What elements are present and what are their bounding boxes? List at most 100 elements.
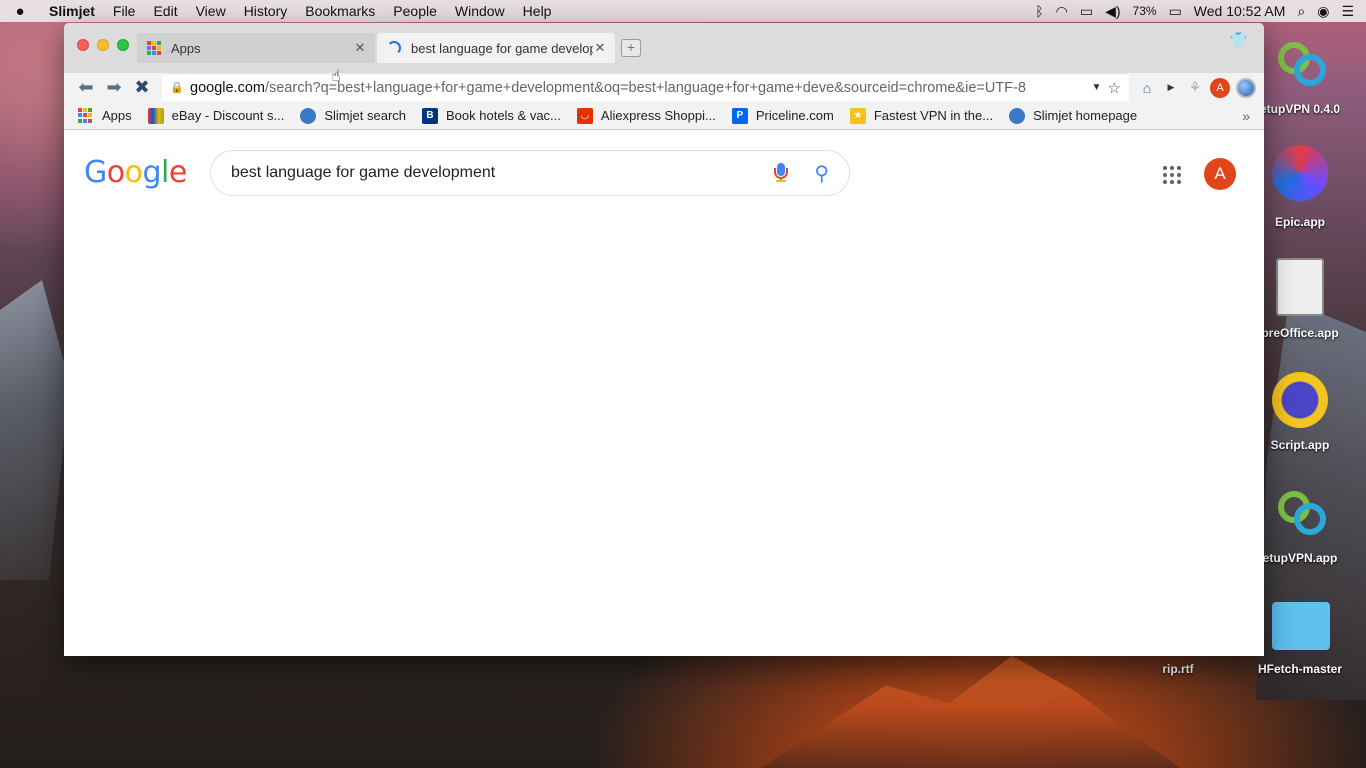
bookmark-label: Aliexpress Shoppi... <box>600 108 716 123</box>
zoom-window-button[interactable] <box>117 39 129 51</box>
menu-history[interactable]: History <box>235 0 297 22</box>
volume-icon[interactable]: ◀) <box>1105 3 1120 20</box>
notification-center-icon[interactable]: ☰ <box>1341 3 1354 20</box>
battery-percent: 73% <box>1132 4 1157 18</box>
bookmarks-overflow-icon[interactable]: » <box>1242 108 1250 124</box>
bookmark-fastest-vpn[interactable]: ★ Fastest VPN in the... <box>849 107 994 124</box>
bookmark-slimjet-homepage[interactable]: Slimjet homepage <box>1009 107 1138 124</box>
minimize-window-button[interactable] <box>97 39 109 51</box>
google-apps-icon[interactable] <box>1163 166 1181 184</box>
home-icon[interactable]: ⌂ <box>1135 80 1159 96</box>
bookmark-label: Fastest VPN in the... <box>873 108 994 123</box>
battery-icon[interactable]: ▭ <box>1169 3 1182 20</box>
browser-window: Apps ✕ best language for game develop ✕ … <box>64 23 1264 656</box>
document-icon <box>1276 258 1324 316</box>
bookmark-ebay[interactable]: eBay - Discount s... <box>147 107 285 124</box>
globe-icon <box>300 107 317 124</box>
tab-strip: Apps ✕ best language for game develop ✕ … <box>64 23 1264 73</box>
tab-search[interactable]: best language for game develop ✕ <box>377 33 615 63</box>
search-input[interactable]: best language for game development ⚲ <box>210 150 850 196</box>
menu-clock[interactable]: Wed 10:52 AM <box>1194 3 1286 19</box>
menu-view[interactable]: View <box>187 0 235 22</box>
url-path: /search?q=best+language+for+game+develop… <box>264 79 1026 96</box>
setupvpn-icon <box>1278 491 1326 535</box>
desktop-icon-script[interactable]: Script.app <box>1250 370 1350 456</box>
logo-letter: l <box>161 155 169 190</box>
window-controls <box>77 39 129 51</box>
microphone-icon[interactable] <box>774 163 789 183</box>
desktop-icon-hfetch[interactable]: HFetch-master <box>1250 598 1350 682</box>
slimjet-menu-icon[interactable] <box>1236 77 1256 98</box>
url-host: google.com <box>190 79 265 96</box>
bookmark-label: Priceline.com <box>755 108 834 123</box>
menu-help[interactable]: Help <box>514 0 561 22</box>
desktop-icon-setupvpn-040[interactable]: etupVPN 0.4.0 <box>1250 36 1350 120</box>
google-logo[interactable]: Google <box>84 155 187 190</box>
hand-cursor-icon: ☝ <box>331 68 341 85</box>
tab-apps[interactable]: Apps ✕ <box>137 33 375 63</box>
desktop-icon-epic[interactable]: Epic.app <box>1250 145 1350 231</box>
desktop-icon-setupvpn-app[interactable]: etupVPN.app <box>1250 487 1350 571</box>
expand-arrow-icon[interactable]: ▶ <box>1159 82 1183 93</box>
logo-letter: e <box>168 155 187 190</box>
desktop-icon-rip-rtf[interactable]: rip.rtf <box>1128 662 1228 680</box>
bookmark-slimjet-search[interactable]: Slimjet search <box>300 107 406 124</box>
navigation-toolbar: ⬅ ➡ ✖ 🔒 google.com /search?q=best+langua… <box>64 73 1264 102</box>
menu-window[interactable]: Window <box>446 0 514 22</box>
bookmark-apps[interactable]: Apps <box>78 107 132 124</box>
spotlight-icon[interactable]: ⌕ <box>1297 3 1305 20</box>
stop-loading-icon[interactable]: ✖ <box>128 77 156 98</box>
menu-people[interactable]: People <box>384 0 446 22</box>
menu-file[interactable]: File <box>104 0 145 22</box>
tab-title: best language for game develop <box>411 40 593 56</box>
siri-icon[interactable]: ◉ <box>1317 3 1329 20</box>
tab-close-icon[interactable]: ✕ <box>593 40 607 56</box>
menu-edit[interactable]: Edit <box>144 0 186 22</box>
bookmarks-bar: Apps eBay - Discount s... Slimjet search… <box>64 102 1264 130</box>
extension-icon[interactable]: ⚘ <box>1183 79 1207 96</box>
logo-letter: o <box>124 155 143 190</box>
address-bar[interactable]: 🔒 google.com /search?q=best+language+for… <box>162 74 1129 101</box>
bookmark-label: Slimjet homepage <box>1033 108 1138 123</box>
ebay-icon <box>147 107 164 124</box>
loading-spinner-icon <box>387 41 401 55</box>
logo-letter: g <box>142 155 162 190</box>
setupvpn-icon <box>1278 42 1326 86</box>
search-icon[interactable]: ⚲ <box>814 161 829 186</box>
chevron-down-icon[interactable]: ▼ <box>1092 82 1102 93</box>
bookmark-booking[interactable]: B Book hotels & vac... <box>422 107 561 124</box>
tab-title: Apps <box>171 40 201 56</box>
globe-icon <box>1009 107 1026 124</box>
airplay-icon[interactable]: ▭ <box>1080 3 1093 20</box>
theme-shirt-icon[interactable]: 👕 <box>1229 31 1248 49</box>
menu-app-name[interactable]: Slimjet <box>40 0 104 22</box>
search-query[interactable]: best language for game development <box>231 164 776 182</box>
bookmark-aliexpress[interactable]: ◡ Aliexpress Shoppi... <box>576 107 716 124</box>
apps-grid-icon <box>147 41 161 55</box>
aliexpress-icon: ◡ <box>576 107 593 124</box>
apps-grid-icon <box>78 107 94 124</box>
profile-avatar[interactable]: A <box>1210 77 1230 98</box>
lock-icon: 🔒 <box>170 82 184 94</box>
apple-menu-icon[interactable]: ● <box>0 3 40 20</box>
priceline-icon: P <box>731 107 748 124</box>
forward-arrow-icon[interactable]: ➡ <box>100 77 128 98</box>
bluetooth-icon[interactable]: ᛒ <box>1035 3 1043 19</box>
desktop-icon-libreoffice[interactable]: breOffice.app <box>1250 256 1350 342</box>
wallpaper-sunlit-peak <box>760 655 1180 768</box>
account-avatar[interactable]: A <box>1204 158 1236 190</box>
new-tab-button[interactable]: + <box>621 39 641 57</box>
back-arrow-icon[interactable]: ⬅ <box>72 77 100 98</box>
menu-bookmarks[interactable]: Bookmarks <box>296 0 384 22</box>
vpn-icon: ★ <box>849 107 866 124</box>
close-window-button[interactable] <box>77 39 89 51</box>
folder-icon <box>1272 602 1330 650</box>
page-content: Google best language for game developmen… <box>64 130 1264 626</box>
bookmark-label: eBay - Discount s... <box>171 108 285 123</box>
script-app-icon <box>1272 372 1328 428</box>
wifi-icon[interactable]: ◠ <box>1056 3 1068 20</box>
bookmark-priceline[interactable]: P Priceline.com <box>731 107 834 124</box>
tab-close-icon[interactable]: ✕ <box>353 40 367 56</box>
bookmark-star-icon[interactable]: ☆ <box>1108 79 1121 97</box>
menu-bar: ● Slimjet File Edit View History Bookmar… <box>0 0 1366 22</box>
